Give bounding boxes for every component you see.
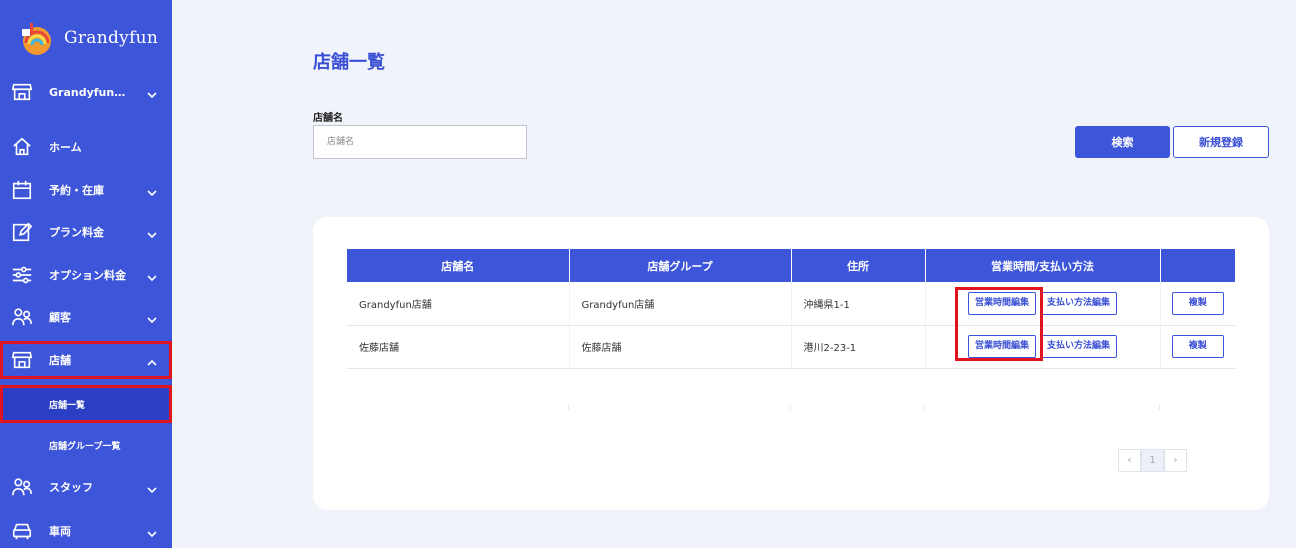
chevron-down-icon [146, 525, 158, 538]
chevron-down-icon [146, 86, 158, 99]
cell-store-group: Grandyfun店舗 [569, 282, 792, 326]
column-divider [924, 405, 925, 410]
sidebar-item-label: 車両 [49, 525, 71, 538]
next-page-button[interactable]: › [1164, 449, 1187, 472]
cell-store-name: 佐藤店舗 [347, 325, 570, 369]
sidebar-item-staff[interactable]: スタッフ [0, 468, 172, 506]
col-header-store-group: 店舗グループ [569, 249, 792, 282]
prev-page-button[interactable]: ‹ [1118, 449, 1141, 472]
new-register-button[interactable]: 新規登録 [1173, 126, 1269, 158]
store-table: 店舗名 店舗グループ 住所 営業時間/支払い方法 Grandyfun店舗 Gra… [347, 249, 1235, 369]
sidebar-item-label: スタッフ [49, 481, 93, 494]
store-list-card: 店舗名 店舗グループ 住所 営業時間/支払い方法 Grandyfun店舗 Gra… [313, 217, 1269, 510]
sidebar-item-label: 顧客 [49, 311, 71, 324]
home-icon [11, 136, 33, 158]
column-divider [790, 405, 791, 410]
col-header-store-name: 店舗名 [347, 249, 570, 282]
chevron-down-icon [146, 269, 158, 282]
store-icon [11, 349, 33, 371]
chevron-down-icon [146, 481, 158, 494]
page-title: 店舗一覧 [313, 52, 385, 73]
store-icon [11, 81, 33, 103]
col-header-actions [1160, 249, 1235, 282]
cell-hours-payment: 営業時間編集 支払い方法編集 [925, 325, 1161, 369]
sidebar-subitem-store-list[interactable]: 店舗一覧 [0, 385, 172, 423]
chevron-up-icon [146, 354, 158, 366]
cell-store-name: Grandyfun店舗 [347, 282, 570, 326]
search-button[interactable]: 検索 [1075, 126, 1170, 158]
chevron-down-icon [146, 184, 158, 197]
sidebar-item-label: 店舗 [49, 354, 71, 367]
table-row: Grandyfun店舗 Grandyfun店舗 沖縄県1-1 営業時間編集 支払い… [347, 282, 1235, 326]
sidebar: Grandyfun Grandyfun… ホーム 予約・在庫 プラン料金 オプシ… [0, 0, 172, 548]
chevron-down-icon [146, 226, 158, 239]
sidebar-item-stores[interactable]: 店舗 [0, 341, 172, 379]
sidebar-item-option-price[interactable]: オプション料金 [0, 256, 172, 294]
store-select[interactable]: Grandyfun… [0, 73, 172, 111]
sidebar-item-vehicles[interactable]: 車両 [0, 512, 172, 548]
cell-actions: 複製 [1160, 325, 1235, 369]
table-row: 佐藤店舗 佐藤店舗 港川2-23-1 営業時間編集 支払い方法編集 複製 [347, 325, 1235, 369]
sidebar-subitem-label: 店舗一覧 [49, 400, 86, 411]
car-icon [11, 520, 33, 542]
logo-text: Grandyfun [64, 28, 159, 48]
sidebar-subitem-store-group-list[interactable]: 店舗グループ一覧 [0, 426, 172, 464]
sidebar-subitem-label: 店舗グループ一覧 [49, 441, 121, 452]
col-header-address: 住所 [791, 249, 926, 282]
calendar-icon [11, 179, 33, 201]
column-divider [568, 405, 569, 410]
cell-store-group: 佐藤店舗 [569, 325, 792, 369]
logo-mark-icon [18, 19, 56, 57]
logo[interactable]: Grandyfun [18, 18, 158, 58]
cell-address: 沖縄県1-1 [791, 282, 926, 326]
store-name-search-input[interactable] [313, 125, 527, 159]
store-name-filter-label: 店舗名 [313, 113, 343, 124]
sidebar-item-customers[interactable]: 顧客 [0, 298, 172, 336]
copy-button[interactable]: 複製 [1171, 291, 1224, 315]
pagination: ‹ 1 › [1118, 449, 1187, 472]
edit-payment-button[interactable]: 支払い方法編集 [1040, 335, 1118, 358]
sidebar-item-plan-price[interactable]: プラン料金 [0, 213, 172, 251]
sidebar-item-label: 予約・在庫 [49, 184, 104, 197]
copy-button[interactable]: 複製 [1171, 335, 1224, 358]
table-header-row: 店舗名 店舗グループ 住所 営業時間/支払い方法 [347, 249, 1235, 282]
cell-actions: 複製 [1160, 282, 1235, 326]
sidebar-item-label: ホーム [49, 141, 82, 154]
edit-hours-button[interactable]: 営業時間編集 [967, 335, 1036, 358]
col-header-hours-payment: 営業時間/支払い方法 [925, 249, 1161, 282]
sidebar-item-reservation[interactable]: 予約・在庫 [0, 171, 172, 209]
sidebar-item-label: オプション料金 [49, 269, 126, 282]
edit-icon [11, 221, 33, 243]
sidebar-item-label: プラン料金 [49, 226, 104, 239]
edit-hours-button[interactable]: 営業時間編集 [967, 291, 1036, 315]
store-select-label: Grandyfun… [49, 85, 126, 99]
sidebar-item-home[interactable]: ホーム [0, 128, 172, 166]
chevron-down-icon [146, 311, 158, 324]
cell-address: 港川2-23-1 [791, 325, 926, 369]
sliders-icon [11, 264, 33, 286]
column-divider [1159, 405, 1160, 410]
page-number-current[interactable]: 1 [1141, 449, 1164, 472]
users-icon [11, 476, 33, 498]
edit-payment-button[interactable]: 支払い方法編集 [1040, 291, 1118, 315]
cell-hours-payment: 営業時間編集 支払い方法編集 [925, 282, 1161, 326]
users-icon [11, 306, 33, 328]
